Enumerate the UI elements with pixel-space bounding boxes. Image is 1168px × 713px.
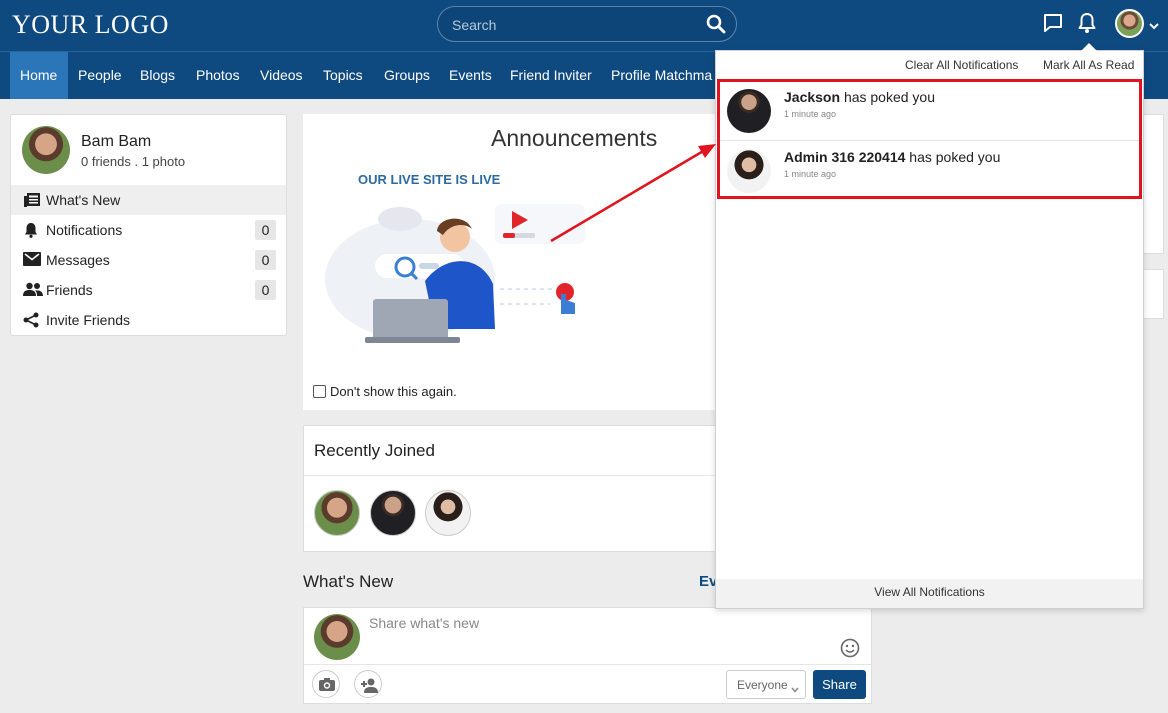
profile-meta: 0 friends . 1 photo xyxy=(81,154,186,169)
newspaper-icon xyxy=(23,192,41,213)
dont-show-again-checkbox[interactable]: Don't show this again. xyxy=(313,384,457,399)
mail-icon xyxy=(23,252,41,271)
bell-icon[interactable] xyxy=(1077,12,1097,39)
member-avatar[interactable] xyxy=(314,490,360,536)
whats-new-heading: What's New xyxy=(303,572,394,591)
sidebar-item-invite-friends[interactable]: Invite Friends xyxy=(11,305,286,335)
annotation-arrow xyxy=(550,144,716,243)
site-logo[interactable]: YOUR LOGO xyxy=(12,10,169,40)
privacy-select[interactable]: Everyone xyxy=(726,670,806,699)
top-header: YOUR LOGO xyxy=(0,0,1168,51)
nav-item-home[interactable]: Home xyxy=(10,52,68,99)
nav-item-events[interactable]: Events xyxy=(439,52,502,99)
dropdown-pointer xyxy=(1080,43,1098,52)
sidebar-item-label: Friends xyxy=(46,282,93,298)
notifications-count-badge: 0 xyxy=(255,220,276,240)
bell-icon xyxy=(23,222,39,243)
search-input[interactable] xyxy=(452,15,702,35)
nav-item-topics[interactable]: Topics xyxy=(313,52,373,99)
dont-show-again-label: Don't show this again. xyxy=(330,384,457,399)
nav-item-friend-inviter[interactable]: Friend Inviter xyxy=(500,52,602,99)
chat-icon[interactable] xyxy=(1042,12,1064,39)
divider xyxy=(304,664,871,665)
privacy-select-value: Everyone xyxy=(737,678,788,692)
checkbox-box[interactable] xyxy=(313,385,326,398)
chevron-down-icon xyxy=(791,682,799,696)
profile-name[interactable]: Bam Bam xyxy=(81,133,151,151)
user-avatar[interactable] xyxy=(1115,9,1144,38)
composer-input[interactable]: Share what's new xyxy=(369,615,479,631)
nav-item-groups[interactable]: Groups xyxy=(374,52,440,99)
member-avatar[interactable] xyxy=(370,490,416,536)
chevron-down-icon[interactable] xyxy=(1148,18,1160,36)
friends-count-badge: 0 xyxy=(255,280,276,300)
nav-item-profile-matchmaker[interactable]: Profile Matchma xyxy=(601,52,722,99)
sidebar-item-label: Messages xyxy=(46,252,110,268)
search-icon[interactable] xyxy=(706,14,726,39)
add-photo-button[interactable] xyxy=(312,670,340,698)
nav-item-blogs[interactable]: Blogs xyxy=(130,52,185,99)
tag-friends-button[interactable] xyxy=(354,670,382,698)
recently-joined-title: Recently Joined xyxy=(314,441,435,460)
profile-card: Bam Bam 0 friends . 1 photo What's New N… xyxy=(10,114,287,336)
profile-avatar[interactable] xyxy=(22,126,70,174)
share-button[interactable]: Share xyxy=(813,670,866,699)
share-icon xyxy=(23,312,39,333)
people-icon xyxy=(23,282,43,301)
sidebar-item-friends[interactable]: Friends 0 xyxy=(11,275,286,305)
sidebar-item-label: Notifications xyxy=(46,222,123,238)
messages-count-badge: 0 xyxy=(255,250,276,270)
highlight-box xyxy=(717,79,1142,199)
post-composer: Share what's new Everyone Share xyxy=(303,607,872,704)
sidebar-item-whats-new[interactable]: What's New xyxy=(11,185,286,215)
nav-item-videos[interactable]: Videos xyxy=(250,52,313,99)
divider xyxy=(304,475,724,476)
sidebar-item-label: Invite Friends xyxy=(46,312,131,328)
view-all-notifications-link[interactable]: View All Notifications xyxy=(716,579,1143,608)
nav-item-people[interactable]: People xyxy=(68,52,132,99)
sidebar-item-messages[interactable]: Messages 0 xyxy=(11,245,286,275)
search-box[interactable] xyxy=(437,6,737,42)
sidebar-item-notifications[interactable]: Notifications 0 xyxy=(11,215,286,245)
clear-all-notifications-link[interactable]: Clear All Notifications xyxy=(905,58,1018,72)
sidebar-item-label: What's New xyxy=(46,192,121,208)
nav-item-photos[interactable]: Photos xyxy=(186,52,250,99)
announcement-subtitle: OUR LIVE SITE IS LIVE xyxy=(358,172,501,187)
composer-avatar xyxy=(314,614,360,660)
smiley-icon[interactable] xyxy=(840,638,860,663)
mark-all-read-link[interactable]: Mark All As Read xyxy=(1043,58,1134,72)
member-avatar[interactable] xyxy=(425,490,471,536)
recently-joined-card: Recently Joined xyxy=(303,425,724,552)
